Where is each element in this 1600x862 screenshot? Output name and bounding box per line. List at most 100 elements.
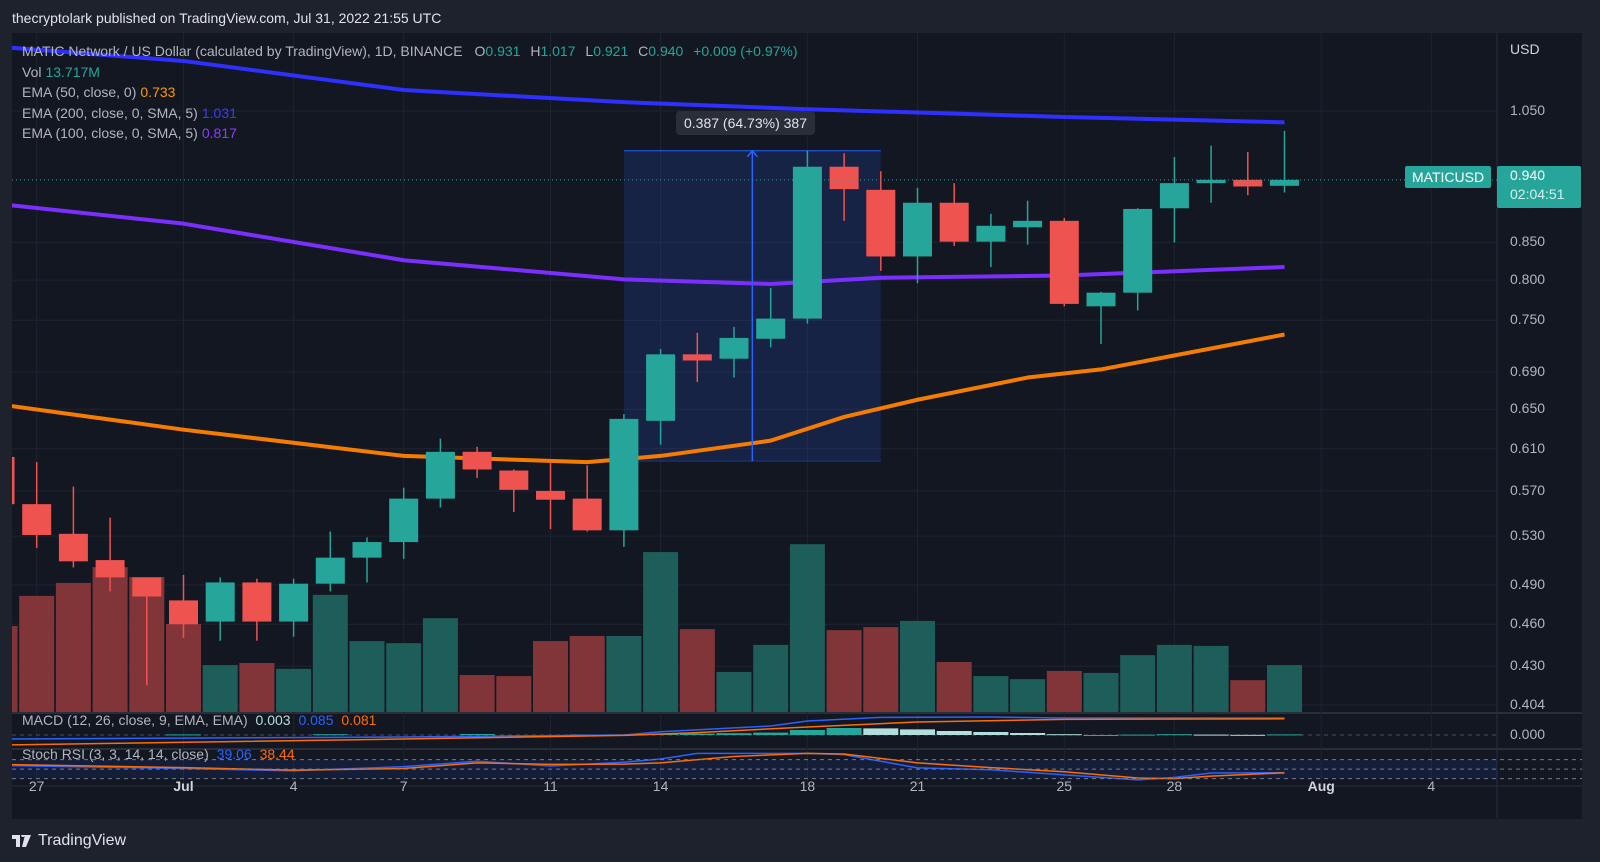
volume-bar [753,644,789,712]
candle [58,486,88,568]
macd-signal-value: 0.081 [341,712,377,728]
time-tick-label: 28 [1166,778,1183,794]
volume-bar [789,544,825,712]
candle-body [866,189,896,257]
candle-body [903,202,932,257]
candle [1086,291,1116,344]
candle [792,150,822,324]
volume-bar [900,620,935,712]
volume-bar [679,629,715,712]
open-value: 0.931 [485,43,521,59]
legend-symbol-row: MATIC Network / US Dollar (calculated by… [22,43,798,59]
candle-body [682,354,712,361]
macd-histogram-bar [166,734,201,736]
candle-body [205,582,235,622]
bar-countdown: 02:04:51 [1510,186,1565,202]
volume-bar [312,594,348,712]
time-tick-label: 4 [289,778,298,794]
symbol-price-tag: MATICUSD [1405,166,1492,188]
candle [22,462,52,549]
volume-bar [202,665,238,712]
candle-body [352,542,382,558]
macd-histogram-bar [716,733,752,735]
volume-bar [1193,645,1229,712]
candle-body [719,337,749,359]
legend-ema50-row[interactable]: EMA (50, close, 0) 0.733 [22,84,175,100]
candle-body [829,166,859,190]
candle-body [1049,220,1079,304]
close-value: 0.940 [648,43,684,59]
candle [205,577,235,641]
candle-body [756,318,786,339]
volume-bar [1046,670,1082,712]
legend-ema200-row[interactable]: EMA (200, close, 0, SMA, 5) 1.031 [22,105,237,121]
ema200-label: EMA (200, close, 0, SMA, 5) [22,105,198,121]
volume-bar [863,627,899,712]
time-tick-label: 25 [1056,778,1073,794]
candle-body [609,418,639,531]
price-pane [12,45,1497,712]
candle [1013,200,1043,245]
tradingview-logo[interactable]: TradingView [12,832,126,850]
price-tick-label: 0.570 [1510,481,1546,498]
price-tick-label: 1.050 [1510,102,1546,118]
price-tick-label: 0.800 [1510,271,1546,288]
candle-body [169,600,198,625]
candle-body [58,533,88,562]
macd-histogram-bar [1010,733,1046,735]
change-value: +0.009 (+0.97%) [693,43,798,59]
last-price-value: 0.940 [1510,167,1546,183]
macd-histogram-bar [459,734,495,735]
volume-bar [1120,655,1156,712]
candle-body [572,498,602,531]
candle [903,187,932,284]
volume-label: Vol [22,64,42,80]
price-axis-currency: USD [1510,41,1540,57]
price-tick-label: 0.404 [1510,695,1546,712]
candle-body [1233,179,1263,187]
candle [1049,218,1079,307]
macd-legend[interactable]: MACD (12, 26, close, 9, EMA, EMA) 0.003 … [22,712,376,728]
time-tick-label: 11 [543,778,558,794]
volume-bar [19,595,55,712]
macd-histogram-bar [312,734,348,736]
volume-value: 13.717M [45,64,100,80]
candle [1159,157,1189,243]
high-label: H [530,43,541,59]
candle [1196,145,1226,203]
legend-volume-row[interactable]: Vol 13.717M [22,64,100,80]
macd-histogram-bar [1267,734,1302,736]
candle-body [976,225,1006,242]
volume-bar [569,635,605,712]
time-tick-label: 18 [799,778,816,794]
macd-histogram-bar [1156,734,1192,736]
price-tick-label: 0.610 [1510,439,1546,456]
ema100-label: EMA (100, close, 0, SMA, 5) [22,125,198,141]
volume-bar [533,641,568,712]
stoch-rsi-legend[interactable]: Stoch RSI (3, 3, 14, 14, close) 39.06 38… [22,746,295,762]
candle-body [462,451,492,470]
candle [609,414,639,547]
low-value: 0.921 [593,43,629,59]
volume-bar [1010,679,1046,712]
stoch-k-value: 39.06 [216,746,252,762]
macd-axis-zero: 0.000 [1510,726,1546,742]
time-tick-label: Aug [1307,778,1335,794]
time-tick-label: 27 [28,778,45,794]
time-tick-label: 14 [652,778,669,794]
price-tick-label: 0.430 [1510,657,1546,674]
volume-bar [12,626,18,712]
macd-line-value: 0.085 [298,712,334,728]
high-value: 1.017 [540,43,576,59]
volume-bar [496,676,532,712]
candle-body [1159,183,1189,209]
volume-bar [643,552,679,712]
time-tick-label: 4 [1427,778,1436,794]
candle [279,578,309,637]
last-price-tag: 0.940 02:04:51 [1497,166,1581,208]
volume-bar [276,668,312,712]
legend-ema100-row[interactable]: EMA (100, close, 0, SMA, 5) 0.817 [22,125,237,141]
stoch-label: Stoch RSI (3, 3, 14, 14, close) [22,746,209,762]
candle-body [242,582,272,622]
symbol-title[interactable]: MATIC Network / US Dollar (calculated by… [22,43,463,59]
